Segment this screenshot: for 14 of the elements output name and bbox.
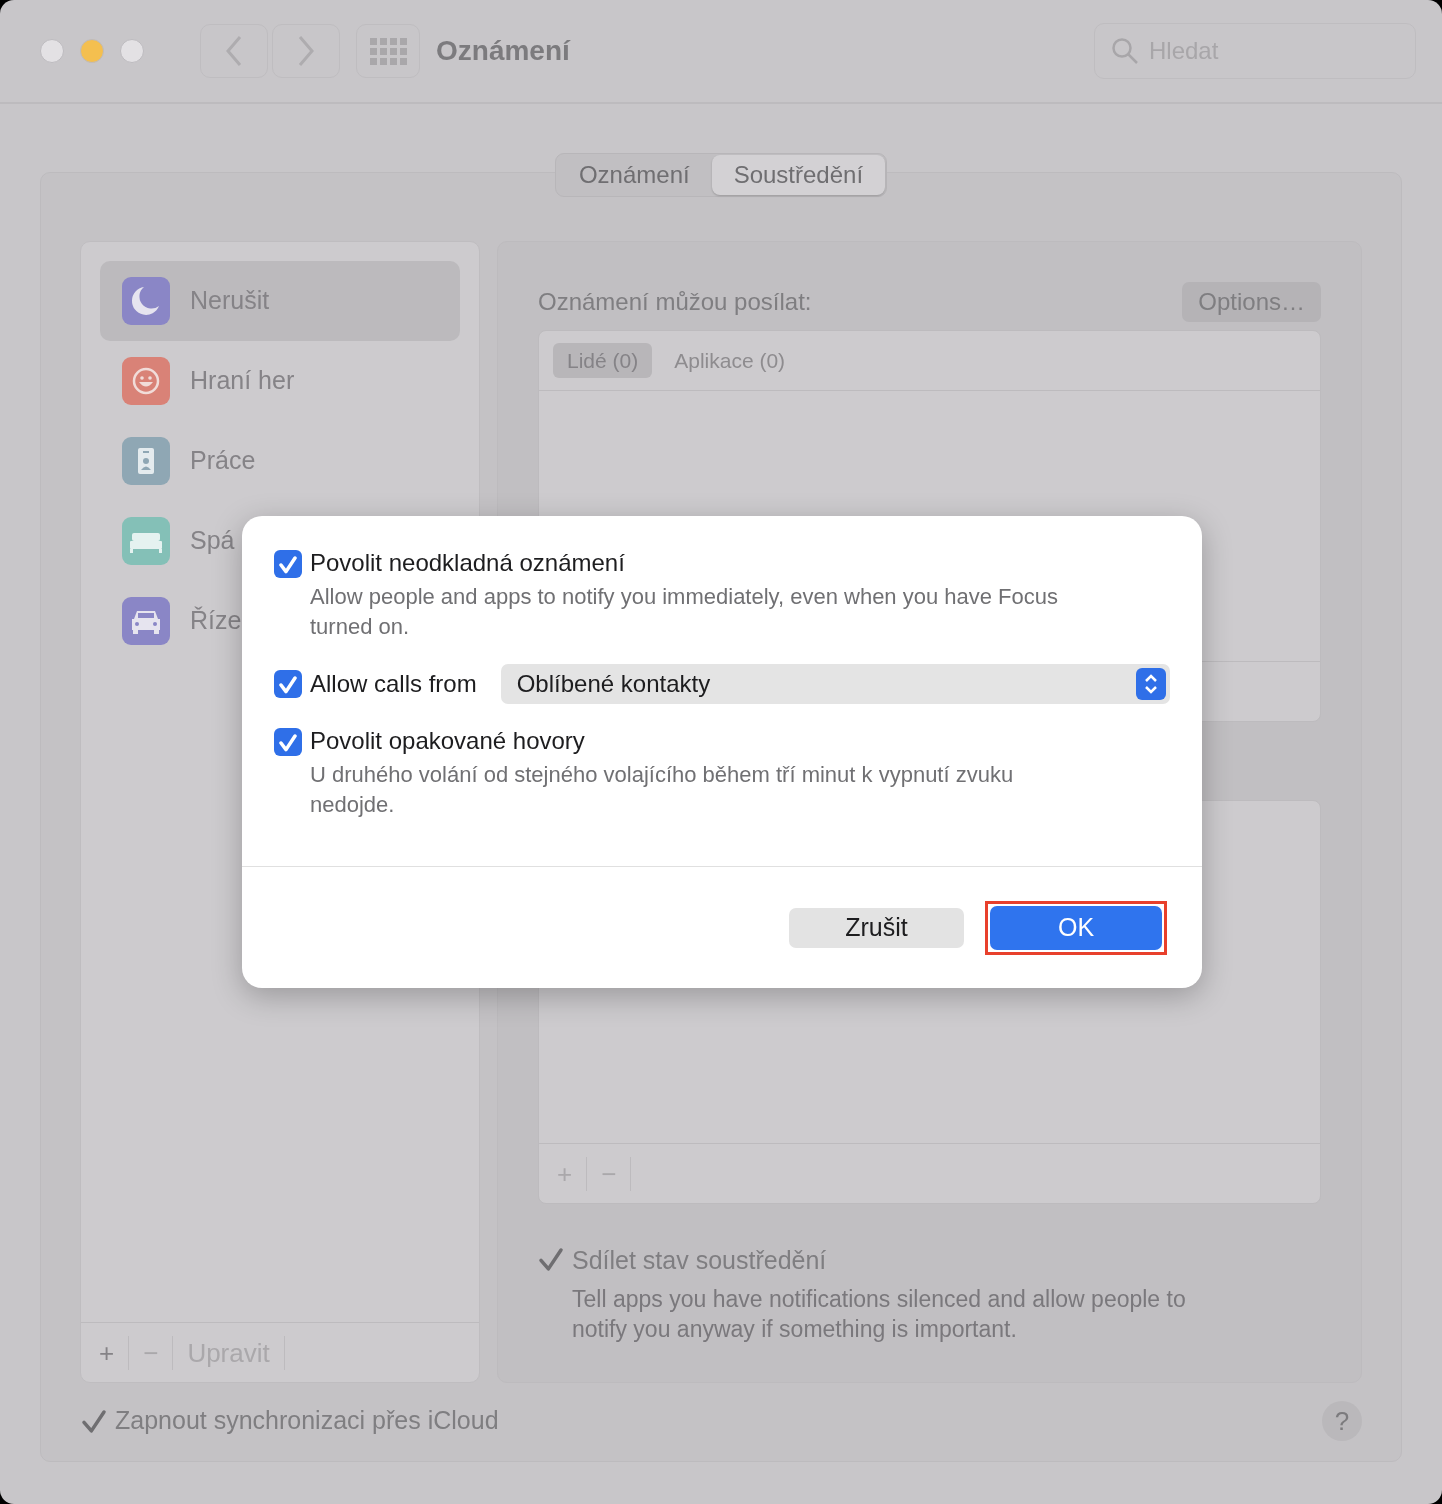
checkbox-label: Zapnout synchronizaci přes iCloud: [115, 1405, 499, 1437]
description-text: U druhého volání od stejného volajícího během tří minut k vypnutí zvuku nedojde.: [310, 761, 1015, 819]
window-title: Oznámení: [436, 34, 570, 68]
checkbox-label: Allow calls from: [310, 669, 477, 699]
description-text: Allow people and apps to notify you immediately, even when you have Focus turned on.: [310, 583, 1060, 641]
description-text: Tell apps you have notifications silenced and allow people to notify you anyway if something is important.: [572, 1284, 1187, 1344]
checkbox-label: Sdílet stav soustředění: [572, 1245, 828, 1276]
section-heading: Oznámení můžou posílat:: [538, 287, 812, 317]
checkbox-label: Povolit neodkladná oznámení: [310, 548, 626, 578]
sidebar-label: Hraní her: [190, 365, 295, 397]
sidebar-label: Spá: [190, 525, 235, 557]
sidebar-label: Práce: [190, 445, 256, 477]
sidebar-label: Říze: [190, 605, 242, 637]
checkbox-label: Povolit opakované hovory: [310, 726, 586, 756]
